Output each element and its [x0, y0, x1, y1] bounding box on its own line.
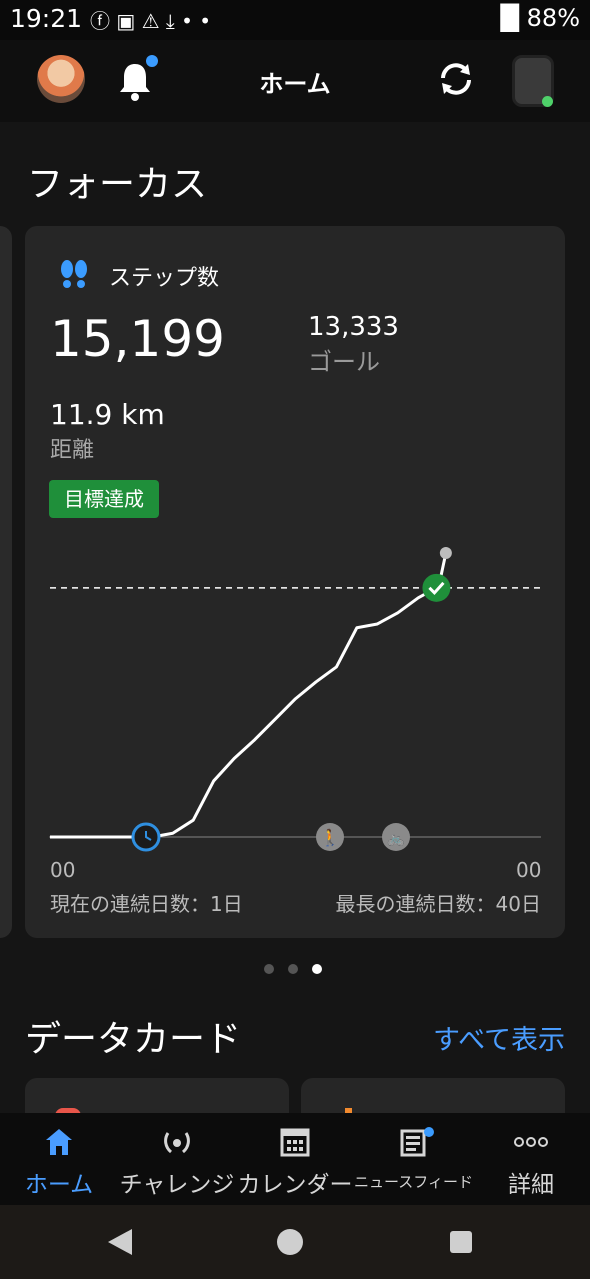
- data-point: [274, 718, 276, 720]
- data-point: [356, 627, 358, 629]
- focus-section-title: フォーカス: [27, 164, 208, 205]
- see-all-link[interactable]: すべて表示: [433, 1018, 565, 1057]
- data-point: [213, 780, 215, 782]
- nav-home[interactable]: ホーム: [0, 1113, 118, 1205]
- data-point: [376, 623, 378, 625]
- cycling-glyph: 🚲: [387, 831, 404, 847]
- nav-challenge[interactable]: チャレンジ: [118, 1113, 236, 1205]
- battery-status: █ 88%: [500, 4, 580, 32]
- data-point: [254, 739, 256, 741]
- current-point-marker: [439, 547, 452, 559]
- page-title: ホーム: [259, 70, 331, 98]
- nav-label: ニュースフィード: [354, 1173, 473, 1191]
- data-point: [233, 758, 235, 760]
- data-point: [49, 836, 51, 838]
- steps-series-line: [50, 552, 448, 839]
- current-streak: 現在の連続日数：1日: [50, 892, 243, 916]
- data-point: [172, 832, 174, 834]
- nav-label: ホーム: [24, 1172, 94, 1198]
- data-point: [417, 597, 419, 599]
- goal-check-icon: [422, 573, 451, 602]
- nav-label: チャレンジ: [119, 1172, 235, 1198]
- page-dot[interactable]: [264, 964, 274, 974]
- x-axis-start-label: 00: [50, 858, 76, 882]
- calendar-icon: [280, 1128, 310, 1157]
- data-point: [69, 836, 71, 838]
- nav-label: 詳細: [508, 1172, 554, 1198]
- walking-glyph: 🚶: [320, 828, 340, 847]
- nav-calendar[interactable]: カレンダー: [236, 1113, 354, 1205]
- steps-focus-card[interactable]: ステップ数 15,199 13,333 ゴール 11.9 km 距離 目標達成 …: [25, 226, 565, 938]
- data-point: [295, 698, 296, 700]
- newsfeed-badge: [424, 1127, 434, 1137]
- sync-icon[interactable]: [435, 58, 477, 100]
- steps-chart: 🚶 🚲: [49, 547, 541, 852]
- data-point: [110, 836, 112, 838]
- bottom-navigation: ホーム チャレンジ カレンダー ニュースフィード 詳細: [0, 1113, 590, 1205]
- x-axis-end-label: 00: [516, 858, 542, 882]
- device-connected-dot: [542, 96, 553, 107]
- data-point: [335, 666, 337, 668]
- data-point: [192, 819, 194, 821]
- challenge-wreath-icon: [164, 1132, 190, 1154]
- status-time: 19:21: [10, 4, 83, 33]
- page-dot-active[interactable]: [312, 964, 322, 974]
- data-point: [397, 612, 399, 614]
- page-dot[interactable]: [288, 964, 298, 974]
- status-bar: 19:21 ⓕ ▣ ⚠ ⤓ • • █ 88%: [0, 0, 590, 40]
- status-notification-icons: ⓕ ▣ ⚠ ⤓ • •: [90, 9, 212, 33]
- datacards-section-title: データカード: [25, 1019, 242, 1060]
- nav-more[interactable]: 詳細: [472, 1113, 590, 1205]
- recents-icon[interactable]: [450, 1231, 472, 1253]
- back-icon[interactable]: [108, 1229, 132, 1255]
- longest-streak: 最長の連続日数：40日: [335, 892, 541, 916]
- data-point: [90, 836, 92, 838]
- data-point: [315, 681, 317, 683]
- app-header: ホーム: [0, 40, 590, 122]
- nav-newsfeed[interactable]: ニュースフィード: [354, 1113, 473, 1205]
- home-circle-icon[interactable]: [277, 1229, 303, 1255]
- previous-focus-card[interactable]: [0, 226, 12, 938]
- more-icon: [514, 1137, 548, 1147]
- home-icon: [46, 1129, 72, 1155]
- nav-label: カレンダー: [237, 1172, 353, 1198]
